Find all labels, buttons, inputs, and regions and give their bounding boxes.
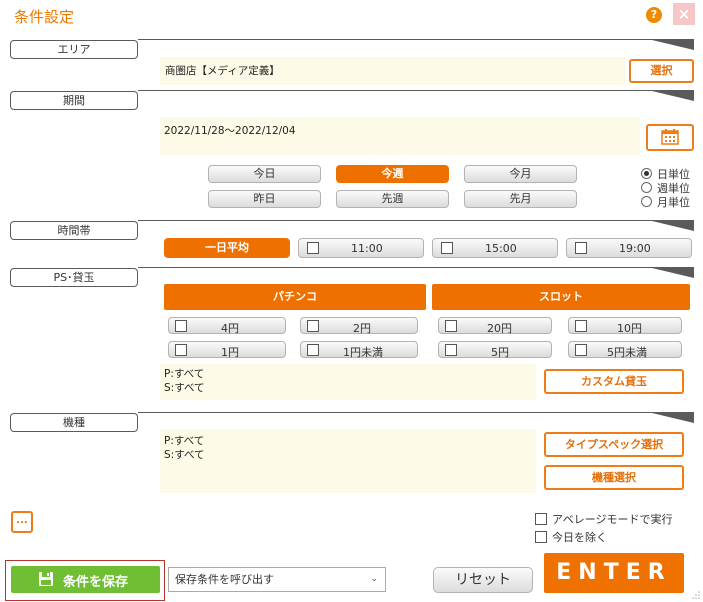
average-mode-label: アベレージモードで実行 [552, 513, 673, 526]
pachinko-4yen-checkbox[interactable] [175, 320, 187, 332]
pachinko-header: パチンコ [164, 284, 426, 310]
period-value: 2022/11/28〜2022/12/04 [164, 125, 296, 137]
exclude-today-label: 今日を除く [552, 531, 607, 544]
chevron-down-icon: ⌄ [370, 574, 378, 584]
model-section-tab: 機種 [10, 413, 138, 432]
slot-20yen-checkbox[interactable] [445, 320, 457, 332]
time-1100-option[interactable]: 11:00 [298, 238, 424, 258]
ps-summary-panel: P:すべて S:すべて [160, 364, 536, 400]
slot-20yen-option[interactable]: 20円 [438, 317, 552, 335]
area-section-tab: エリア [10, 40, 138, 59]
timeband-corner-triangle [652, 221, 694, 231]
unit-week-radio[interactable] [641, 182, 652, 193]
period-divider [138, 90, 694, 91]
resize-grip-icon[interactable] [690, 589, 701, 600]
pachinko-4yen-label: 4円 [221, 322, 239, 335]
period-today-button[interactable]: 今日 [208, 165, 321, 183]
close-icon[interactable]: × [673, 3, 695, 25]
period-corner-triangle [652, 91, 694, 101]
ps-section-tab: PS･貸玉 [10, 268, 138, 287]
slot-5yen-option[interactable]: 5円 [438, 341, 552, 359]
pachinko-1yen-option[interactable]: 1円 [168, 341, 286, 359]
unit-month-radio[interactable] [641, 196, 652, 207]
model-summary-s: S:すべて [164, 449, 205, 461]
area-value-panel: 商圏店【メディア定義】 [160, 57, 626, 85]
help-icon[interactable]: ? [646, 7, 662, 23]
custom-rental-button[interactable]: カスタム貸玉 [544, 369, 684, 394]
area-select-button[interactable]: 選択 [629, 59, 694, 83]
ps-summary-s: S:すべて [164, 382, 205, 394]
slot-under5yen-option[interactable]: 5円未満 [568, 341, 682, 359]
slot-5yen-label: 5円 [491, 346, 509, 359]
model-summary-p: P:すべて [164, 435, 205, 447]
period-last-week-button[interactable]: 先週 [336, 190, 449, 208]
time-1500-option[interactable]: 15:00 [432, 238, 558, 258]
exclude-today-checkbox[interactable] [535, 531, 547, 543]
unit-month-label: 月単位 [657, 196, 690, 209]
slot-5yen-checkbox[interactable] [445, 344, 457, 356]
pachinko-1yen-checkbox[interactable] [175, 344, 187, 356]
pachinko-2yen-label: 2円 [353, 322, 371, 335]
enter-button[interactable]: ENTER [544, 553, 684, 593]
calendar-button[interactable] [646, 124, 694, 151]
model-corner-triangle [652, 413, 694, 423]
period-last-month-button[interactable]: 先月 [464, 190, 577, 208]
time-1100-checkbox[interactable] [307, 242, 319, 254]
period-section-tab: 期間 [10, 91, 138, 110]
pachinko-1yen-label: 1円 [221, 346, 239, 359]
daily-average-button[interactable]: 一日平均 [164, 238, 290, 258]
period-value-panel: 2022/11/28〜2022/12/04 [160, 117, 640, 155]
time-1500-checkbox[interactable] [441, 242, 453, 254]
ps-divider [138, 267, 694, 268]
time-1900-option[interactable]: 19:00 [566, 238, 692, 258]
unit-day-radio[interactable] [641, 168, 652, 179]
slot-10yen-checkbox[interactable] [575, 320, 587, 332]
pachinko-4yen-option[interactable]: 4円 [168, 317, 286, 335]
reset-button[interactable]: リセット [433, 567, 533, 593]
slot-under5yen-label: 5円未満 [607, 346, 647, 359]
save-disk-icon [39, 572, 53, 586]
period-this-week-button[interactable]: 今週 [336, 165, 449, 183]
window-title: 条件設定 [14, 8, 75, 26]
more-options-button[interactable]: ... [11, 511, 33, 533]
period-yesterday-button[interactable]: 昨日 [208, 190, 321, 208]
load-conditions-value: 保存条件を呼び出す [175, 573, 274, 586]
area-corner-triangle [652, 40, 694, 50]
pachinko-2yen-checkbox[interactable] [307, 320, 319, 332]
calendar-icon [661, 129, 679, 145]
period-this-month-button[interactable]: 今月 [464, 165, 577, 183]
ps-summary-p: P:すべて [164, 368, 205, 380]
model-select-button[interactable]: 機種選択 [544, 465, 684, 490]
pachinko-under1yen-option[interactable]: 1円未満 [300, 341, 418, 359]
time-1500-label: 15:00 [485, 242, 517, 255]
model-divider [138, 412, 694, 413]
pachinko-2yen-option[interactable]: 2円 [300, 317, 418, 335]
average-mode-checkbox[interactable] [535, 513, 547, 525]
pachinko-under1yen-checkbox[interactable] [307, 344, 319, 356]
save-conditions-label: 条件を保存 [63, 575, 129, 590]
time-1900-checkbox[interactable] [575, 242, 587, 254]
time-1900-label: 19:00 [619, 242, 651, 255]
ps-corner-triangle [652, 268, 694, 278]
model-summary-panel: P:すべて S:すべて [160, 429, 536, 493]
area-divider [138, 39, 694, 40]
slot-20yen-label: 20円 [487, 322, 512, 335]
area-value: 商圏店【メディア定義】 [165, 65, 280, 77]
pachinko-under1yen-label: 1円未満 [343, 346, 383, 359]
slot-10yen-option[interactable]: 10円 [568, 317, 682, 335]
save-conditions-button[interactable]: 条件を保存 [11, 566, 160, 593]
slot-header: スロット [432, 284, 690, 310]
type-spec-select-button[interactable]: タイプスペック選択 [544, 432, 684, 457]
timeband-section-tab: 時間帯 [10, 221, 138, 240]
slot-10yen-label: 10円 [617, 322, 642, 335]
load-conditions-select[interactable]: 保存条件を呼び出す ⌄ [168, 567, 386, 592]
timeband-divider [138, 220, 694, 221]
time-1100-label: 11:00 [351, 242, 383, 255]
slot-under5yen-checkbox[interactable] [575, 344, 587, 356]
